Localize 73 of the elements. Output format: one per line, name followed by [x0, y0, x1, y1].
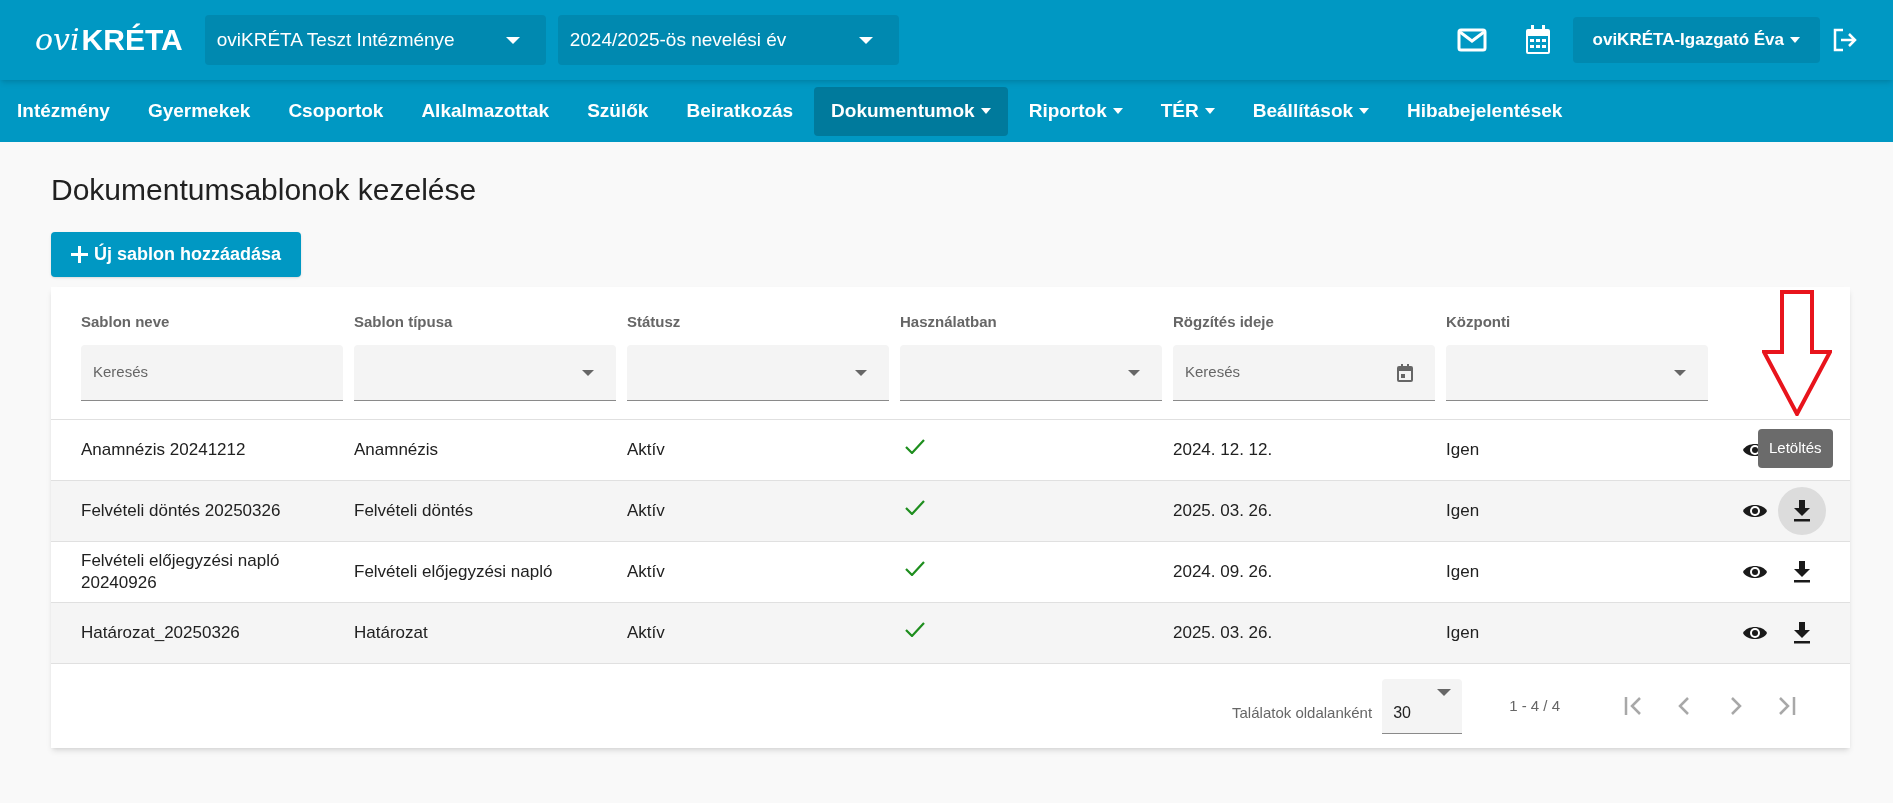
add-template-button[interactable]: Új sablon hozzáadása: [51, 232, 302, 277]
table-cell-text: Aktív: [627, 622, 666, 644]
dropdown-icon: [1674, 369, 1686, 376]
dropdown-icon: [505, 36, 520, 44]
institution-select[interactable]: oviKRÉTA Teszt Intézménye: [204, 15, 546, 65]
nav-tab[interactable]: Hibabejelentések: [1390, 86, 1580, 136]
search-field[interactable]: Keresés: [81, 345, 343, 401]
nav-tab[interactable]: TÉR: [1143, 86, 1232, 136]
school-year-select[interactable]: 2024/2025-ös nevelési év: [557, 15, 899, 65]
column-header: Sablon típusa: [354, 312, 453, 331]
nav-tab[interactable]: Riportok: [1011, 86, 1140, 136]
nav-tab[interactable]: Alkalmazottak: [404, 86, 567, 136]
table-cell-text: Anamnézis 20241212: [81, 439, 247, 461]
dropdown-icon: [855, 369, 867, 376]
table-cell-text: Határozat: [354, 622, 429, 644]
mail-icon[interactable]: [1456, 28, 1487, 52]
table-cell-text: Határozat_20250326: [81, 622, 241, 644]
dropdown-icon: [858, 36, 873, 44]
table-cell-text: 2025. 03. 26.: [1173, 622, 1274, 644]
table-cell-text: Igen: [1446, 439, 1481, 461]
column-header: Használatban: [900, 312, 997, 331]
nav-tab[interactable]: Gyermekek: [130, 86, 268, 136]
table-cell-text: Igen: [1446, 622, 1481, 644]
calendar-icon: [1397, 363, 1413, 382]
plus-icon: [71, 246, 88, 263]
download-icon: [1793, 500, 1811, 522]
table-cell-text: Anamnézis: [354, 439, 440, 461]
dropdown-icon: [582, 369, 594, 376]
calendar-icon[interactable]: [1524, 25, 1551, 55]
view-icon[interactable]: [1742, 502, 1768, 520]
table-cell-text: Felvételi előjegyzési napló 20240926: [81, 550, 281, 594]
tooltip: Letöltés: [1758, 429, 1833, 468]
nav-tab[interactable]: Beiratkozás: [669, 86, 811, 136]
nav-tab[interactable]: Beállítások: [1235, 86, 1387, 136]
per-page-label: Találatok oldalanként: [1232, 702, 1373, 723]
download-icon: [1793, 561, 1811, 583]
view-icon[interactable]: [1742, 563, 1768, 581]
date-filter-field[interactable]: Keresés: [1173, 345, 1435, 401]
table-cell-text: Felvételi döntés 20250326: [81, 500, 282, 522]
column-header: Rögzítés ideje: [1173, 312, 1274, 331]
nav-tab[interactable]: Szülők: [570, 86, 666, 136]
caret-icon: [1790, 37, 1800, 43]
table-cell-text: Igen: [1446, 500, 1481, 522]
user-menu[interactable]: oviKRÉTA-Igazgató Éva: [1572, 17, 1820, 63]
column-header: Státusz: [627, 312, 681, 331]
table-cell-text: Aktív: [627, 500, 666, 522]
nav-tab[interactable]: Intézmény: [0, 86, 127, 136]
table-cell-text: 2024. 09. 26.: [1173, 561, 1274, 583]
download-button[interactable]: [1778, 487, 1826, 535]
filter-select[interactable]: [1446, 345, 1708, 401]
column-header: Sablon neve: [81, 312, 170, 331]
table-cell-text: Igen: [1446, 561, 1481, 583]
filter-select[interactable]: [354, 345, 616, 401]
page-title: Dokumentumsablonok kezelése: [51, 172, 478, 208]
per-page-select[interactable]: 30: [1382, 678, 1463, 734]
nav-tab[interactable]: Dokumentumok: [814, 86, 1008, 136]
page-range: 1 - 4 / 4: [1509, 695, 1560, 716]
table-cell-text: 2024. 12. 12.: [1173, 439, 1274, 461]
table-cell-text: Aktív: [627, 439, 666, 461]
column-header: Központi: [1446, 312, 1511, 331]
logout-icon[interactable]: [1832, 28, 1858, 52]
view-icon[interactable]: [1742, 624, 1768, 642]
filter-select[interactable]: [900, 345, 1162, 401]
download-icon: [1793, 622, 1811, 644]
table-cell-text: 2025. 03. 26.: [1173, 500, 1274, 522]
logo[interactable]: oviKRÉTA: [35, 20, 183, 60]
filter-select[interactable]: [627, 345, 889, 401]
dropdown-icon: [1437, 688, 1452, 696]
table-cell-text: Felvételi előjegyzési napló: [354, 561, 554, 583]
nav-tab[interactable]: Csoportok: [271, 86, 401, 136]
table-cell-text: Aktív: [627, 561, 666, 583]
dropdown-icon: [1128, 369, 1140, 376]
table-cell-text: Felvételi döntés: [354, 500, 475, 522]
